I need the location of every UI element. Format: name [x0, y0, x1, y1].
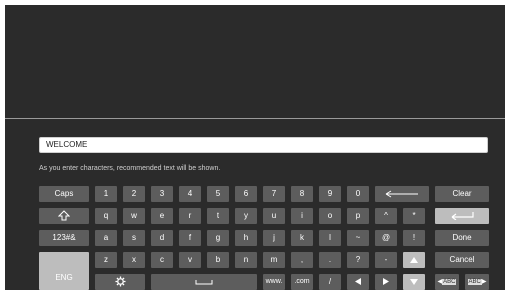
- space-key[interactable]: [151, 274, 257, 290]
- key-e[interactable]: e: [151, 208, 173, 224]
- key-6[interactable]: 6: [235, 186, 257, 202]
- key-8[interactable]: 8: [291, 186, 313, 202]
- up-arrow-icon: [410, 256, 418, 263]
- shift-icon: [58, 210, 70, 221]
- done-key[interactable]: Done: [435, 230, 489, 246]
- key-z[interactable]: z: [95, 252, 117, 268]
- key-w[interactable]: w: [123, 208, 145, 224]
- next-page-label: ABC: [467, 279, 482, 285]
- prev-page-label: ABC: [442, 279, 457, 285]
- key-slash[interactable]: /: [319, 274, 341, 290]
- cursor-left-key[interactable]: [347, 274, 369, 290]
- www-key[interactable]: www.: [263, 274, 285, 290]
- key-3[interactable]: 3: [151, 186, 173, 202]
- key-comma[interactable]: ,: [291, 252, 313, 268]
- key-j[interactable]: j: [263, 230, 285, 246]
- prev-page-key[interactable]: ◀ABC: [435, 274, 459, 290]
- key-q[interactable]: q: [95, 208, 117, 224]
- cursor-right-key[interactable]: [375, 274, 397, 290]
- key-p[interactable]: p: [347, 208, 369, 224]
- clear-key[interactable]: Clear: [435, 186, 489, 202]
- key-0[interactable]: 0: [347, 186, 369, 202]
- key-at[interactable]: @: [375, 230, 397, 246]
- keyboard-screen: WELCOME As you enter characters, recomme…: [5, 5, 505, 290]
- settings-key[interactable]: [95, 274, 145, 290]
- text-input-field[interactable]: WELCOME: [39, 137, 488, 153]
- key-f[interactable]: f: [179, 230, 201, 246]
- caps-key[interactable]: Caps: [39, 186, 89, 202]
- key-m[interactable]: m: [263, 252, 285, 268]
- key-d[interactable]: d: [151, 230, 173, 246]
- left-arrow-icon: [385, 190, 418, 198]
- key-1[interactable]: 1: [95, 186, 117, 202]
- key-o[interactable]: o: [319, 208, 341, 224]
- cancel-key[interactable]: Cancel: [435, 252, 489, 268]
- key-9[interactable]: 9: [319, 186, 341, 202]
- key-question[interactable]: ?: [347, 252, 369, 268]
- key-y[interactable]: y: [235, 208, 257, 224]
- key-5[interactable]: 5: [207, 186, 229, 202]
- down-arrow-icon: [410, 278, 418, 285]
- backspace-key[interactable]: [375, 186, 429, 202]
- up-key[interactable]: [403, 252, 425, 268]
- key-a[interactable]: a: [95, 230, 117, 246]
- key-c[interactable]: c: [151, 252, 173, 268]
- key-4[interactable]: 4: [179, 186, 201, 202]
- key-n[interactable]: n: [235, 252, 257, 268]
- key-period[interactable]: .: [319, 252, 341, 268]
- key-x[interactable]: x: [123, 252, 145, 268]
- right-arrow-icon: ▶: [481, 279, 487, 285]
- next-page-key[interactable]: ABC▶: [465, 274, 489, 290]
- left-arrow-icon: [355, 278, 361, 286]
- key-v[interactable]: v: [179, 252, 201, 268]
- space-icon: [195, 279, 213, 285]
- key-dash[interactable]: -: [375, 252, 397, 268]
- enter-key[interactable]: [435, 208, 489, 224]
- key-star[interactable]: *: [403, 208, 425, 224]
- key-k[interactable]: k: [291, 230, 313, 246]
- key-i[interactable]: i: [291, 208, 313, 224]
- key-t[interactable]: t: [207, 208, 229, 224]
- key-tilde[interactable]: ~: [347, 230, 369, 246]
- key-7[interactable]: 7: [263, 186, 285, 202]
- recommendation-hint: As you enter characters, recommended tex…: [39, 165, 221, 172]
- key-2[interactable]: 2: [123, 186, 145, 202]
- key-caret[interactable]: ^: [375, 208, 397, 224]
- key-u[interactable]: u: [263, 208, 285, 224]
- symbols-key[interactable]: 123#&: [39, 230, 89, 246]
- gear-icon: [114, 276, 126, 287]
- enter-icon: [451, 212, 474, 221]
- shift-key[interactable]: [39, 208, 89, 224]
- down-key[interactable]: [403, 274, 425, 290]
- language-key[interactable]: ENG: [39, 252, 89, 290]
- key-exclamation[interactable]: !: [403, 230, 425, 246]
- key-b[interactable]: b: [207, 252, 229, 268]
- divider: [5, 118, 505, 119]
- key-r[interactable]: r: [179, 208, 201, 224]
- key-g[interactable]: g: [207, 230, 229, 246]
- key-h[interactable]: h: [235, 230, 257, 246]
- com-key[interactable]: .com: [291, 274, 313, 290]
- key-s[interactable]: s: [123, 230, 145, 246]
- key-l[interactable]: l: [319, 230, 341, 246]
- right-arrow-icon: [383, 278, 389, 286]
